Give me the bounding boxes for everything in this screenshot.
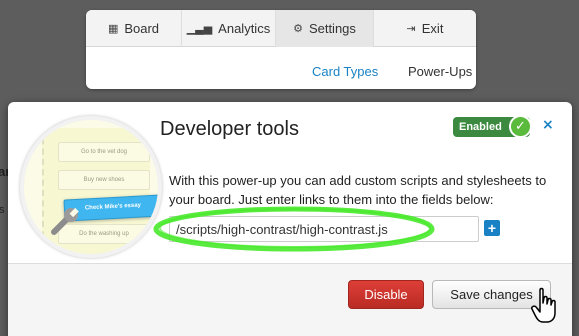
gear-icon: ⚙: [293, 22, 303, 35]
illustration-card: Go to the vet dog: [58, 142, 150, 162]
background-heading-fragment: ar: [0, 164, 8, 178]
add-script-button[interactable]: +: [484, 220, 500, 236]
tab-board-label: Board: [124, 21, 160, 36]
tab-exit[interactable]: ⇥ Exit: [374, 10, 476, 47]
top-navigation: ▦ Board ▁▃▅ Analytics ⚙ Settings ⇥ Exit …: [86, 10, 476, 89]
nav-tabs: ▦ Board ▁▃▅ Analytics ⚙ Settings ⇥ Exit: [86, 10, 476, 47]
wrench-icon: [51, 207, 79, 235]
modal-title: Developer tools: [160, 118, 299, 140]
enabled-badge: Enabled ✓: [453, 115, 532, 138]
tab-exit-label: Exit: [421, 21, 444, 36]
tab-board[interactable]: ▦ Board: [86, 10, 182, 47]
tab-settings[interactable]: ⚙ Settings: [276, 10, 374, 47]
disable-button[interactable]: Disable: [348, 280, 424, 309]
tab-analytics-label: Analytics: [218, 21, 271, 36]
power-up-description: With this power-up you can add custom sc…: [169, 173, 547, 207]
board-icon: ▦: [107, 22, 119, 35]
save-changes-button[interactable]: Save changes: [432, 280, 551, 309]
settings-subnav: Card Types Power-Ups: [86, 51, 476, 89]
checkmark-icon: ✓: [509, 115, 532, 138]
subnav-card-types[interactable]: Card Types: [312, 64, 378, 79]
tab-settings-label: Settings: [308, 21, 356, 36]
power-up-illustration: Go to the vet dog Buy new shoes Check Mi…: [20, 116, 162, 258]
subnav-power-ups[interactable]: Power-Ups: [408, 64, 472, 79]
enabled-badge-label: Enabled: [459, 121, 502, 133]
tab-analytics[interactable]: ▁▃▅ Analytics: [182, 10, 276, 47]
illustration-card: Buy new shoes: [58, 170, 150, 190]
script-url-input[interactable]: [169, 216, 479, 242]
exit-icon: ⇥: [406, 22, 416, 35]
analytics-icon: ▁▃▅: [186, 22, 213, 35]
close-icon[interactable]: ×: [542, 117, 554, 133]
